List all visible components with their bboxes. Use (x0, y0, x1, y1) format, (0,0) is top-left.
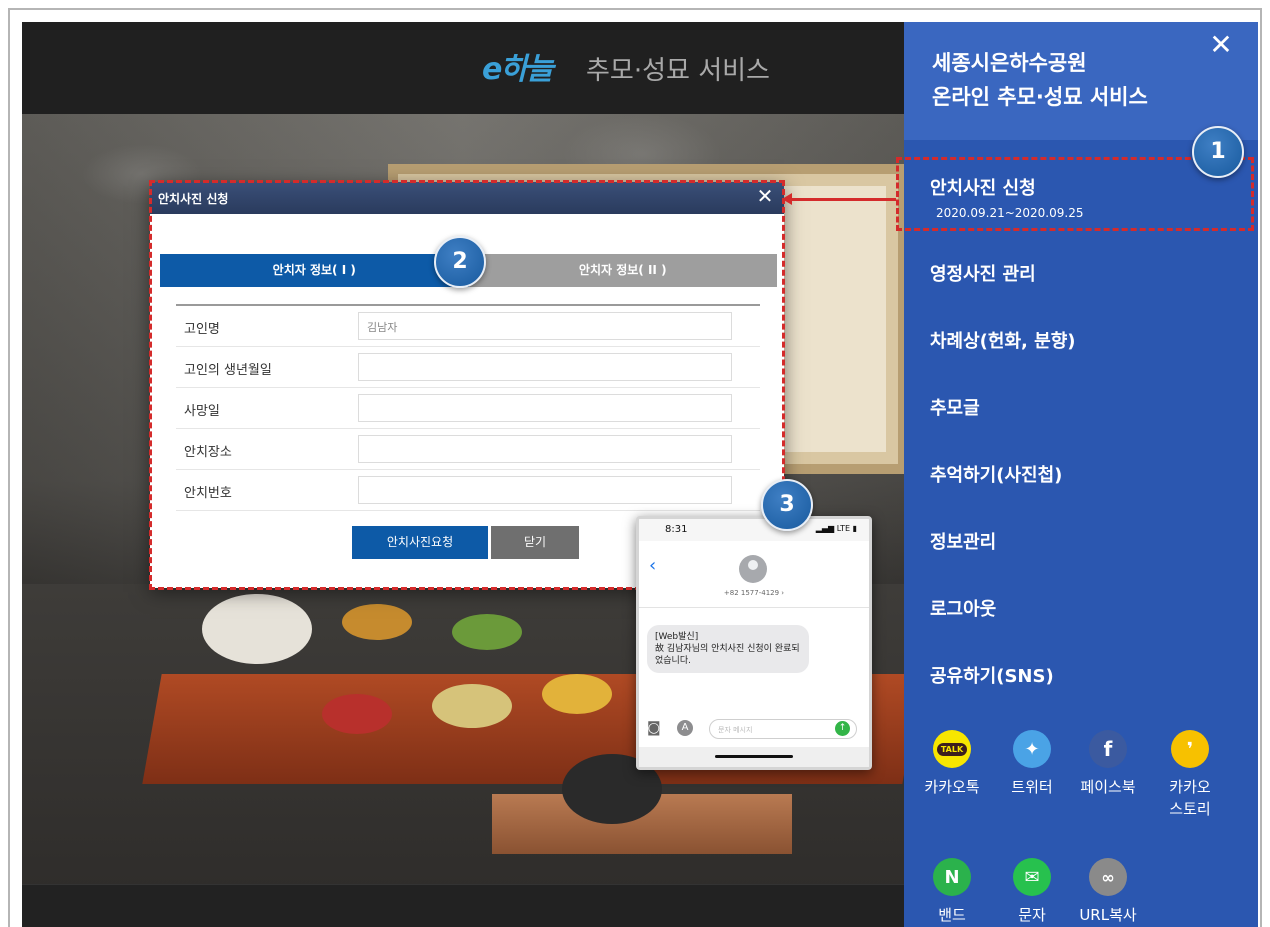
fruit-plate (542, 674, 612, 714)
sidebar-title-line: 세종시은하수공원 (932, 51, 1087, 75)
camera-icon[interactable]: ◙ (647, 721, 663, 735)
share-message[interactable]: ✉ 문자 (1002, 858, 1062, 926)
dialog-titlebar: 안치사진 신청 ✕ (150, 182, 784, 214)
food-plate (342, 604, 412, 640)
sns-label: 카카오톡 (924, 778, 980, 796)
sns-label: 카카오 스토리 (1169, 778, 1211, 818)
dialog-title: 안치사진 신청 (158, 192, 229, 206)
site-header: e하늘 추모·성묘 서비스 (22, 22, 904, 114)
kakaotalk-icon: TALK (933, 730, 971, 768)
field-label: 사망일 (184, 404, 220, 419)
phone-sms-screenshot: 8:31 ▂▄▆ LTE ▮ ‹ +82 1577-4129 › [Web발신]… (636, 516, 872, 770)
share-kakaotalk[interactable]: TALK 카카오톡 (922, 730, 982, 798)
contact-avatar (739, 555, 767, 583)
sms-line: 故 김남자님의 안치사진 신청이 완료되었습니다. (655, 644, 800, 666)
fruit-plate (432, 684, 512, 728)
sidebar-item-memorial-table[interactable]: 차례상(헌화, 분향) (930, 327, 1075, 353)
memorial-app: e하늘 추모·성묘 서비스 안치사진 신청 ✕ 안치자 정보( I ) 안치자 … (22, 22, 1258, 927)
step-badge-2: 2 (434, 236, 486, 288)
share-kakaostory[interactable]: ❜ 카카오 스토리 (1160, 730, 1220, 820)
enshrine-number-input[interactable] (358, 476, 732, 504)
facebook-icon: f (1089, 730, 1127, 768)
floor-bar (22, 884, 904, 927)
site-title: 추모·성묘 서비스 (586, 56, 770, 86)
deceased-name-input[interactable]: 김남자 (358, 312, 732, 340)
share-band[interactable]: N 밴드 (922, 858, 982, 926)
sidebar-item-info[interactable]: 정보관리 (930, 528, 996, 554)
sns-label: 트위터 (1011, 778, 1053, 796)
copy-url[interactable]: ∞ URL복사 (1078, 858, 1138, 926)
location-input[interactable] (358, 435, 732, 463)
phone-status-bar: 8:31 ▂▄▆ LTE ▮ (639, 519, 869, 541)
chevron-left-icon[interactable]: ‹ (649, 555, 656, 576)
phone-signal: ▂▄▆ LTE ▮ (815, 524, 857, 533)
sidebar-title-line: 온라인 추모·성묘 서비스 (932, 85, 1148, 109)
flower-vase (202, 594, 312, 664)
phone-time: 8:31 (665, 524, 688, 535)
close-button[interactable]: 닫기 (491, 526, 579, 559)
sidebar-header: 세종시은하수공원 온라인 추모·성묘 서비스 ✕ (904, 22, 1258, 140)
sidebar-item-portrait[interactable]: 영정사진 관리 (930, 260, 1036, 286)
fruit-plate (322, 694, 392, 734)
field-label: 안치장소 (184, 445, 232, 460)
band-icon: N (933, 858, 971, 896)
sns-label: 문자 (1018, 906, 1046, 924)
phone-divider (639, 607, 869, 608)
sns-label: 밴드 (938, 906, 966, 924)
field-label: 고인의 생년월일 (184, 363, 272, 378)
annotation-arrow (788, 198, 896, 201)
form-row-name: 고인명 김남자 (176, 306, 760, 347)
site-logo[interactable]: e하늘 (482, 44, 554, 88)
share-twitter[interactable]: ✦ 트위터 (1002, 730, 1062, 798)
sidebar-item-photo-request[interactable]: 안치사진 신청 (930, 174, 1036, 200)
request-photo-button[interactable]: 안치사진요청 (352, 526, 488, 559)
form-row-birthdate: 고인의 생년월일 (176, 347, 760, 388)
sms-line: [Web발신] (655, 632, 699, 642)
sms-message-bubble: [Web발신] 故 김남자님의 안치사진 신청이 완료되었습니다. (647, 625, 809, 673)
sidebar-item-album[interactable]: 추억하기(사진첩) (930, 461, 1062, 487)
sidebar-title: 세종시은하수공원 온라인 추모·성묘 서비스 (932, 46, 1148, 114)
sender-number: +82 1577-4129 › (723, 589, 785, 597)
home-indicator (715, 755, 793, 758)
form-row-deathdate: 사망일 (176, 388, 760, 429)
sidebar-item-logout[interactable]: 로그아웃 (930, 595, 996, 621)
kakaostory-icon: ❜ (1171, 730, 1209, 768)
close-icon[interactable]: ✕ (754, 185, 776, 207)
message-icon: ✉ (1013, 858, 1051, 896)
tab-deceased-info-2[interactable]: 안치자 정보( II ) (468, 254, 777, 287)
field-label: 안치번호 (184, 486, 232, 501)
sms-compose-bar: ◙ A 문자 메시지 ↑ (639, 715, 869, 745)
annotation-arrow-head (782, 193, 792, 205)
sidebar-item-tribute[interactable]: 추모글 (930, 394, 980, 420)
form-row-number: 안치번호 (176, 470, 760, 511)
sns-label: 페이스북 (1080, 778, 1136, 796)
tab-deceased-info-1[interactable]: 안치자 정보( I ) (160, 254, 469, 287)
deathdate-input[interactable] (358, 394, 732, 422)
send-icon[interactable]: ↑ (835, 721, 850, 736)
sidebar-item-share[interactable]: 공유하기(SNS) (930, 662, 1054, 688)
photo-request-period: 2020.09.21~2020.09.25 (936, 206, 1084, 220)
birthdate-input[interactable] (358, 353, 732, 381)
share-facebook[interactable]: f 페이스북 (1078, 730, 1138, 798)
field-label: 고인명 (184, 322, 220, 337)
link-icon: ∞ (1089, 858, 1127, 896)
step-badge-3: 3 (761, 479, 813, 531)
food-plate (452, 614, 522, 650)
close-icon[interactable]: ✕ (1206, 30, 1236, 60)
screenshot-frame: e하늘 추모·성묘 서비스 안치사진 신청 ✕ 안치자 정보( I ) 안치자 … (8, 8, 1262, 927)
step-badge-1: 1 (1192, 126, 1244, 178)
appstore-icon[interactable]: A (677, 720, 693, 736)
form-row-location: 안치장소 (176, 429, 760, 470)
twitter-icon: ✦ (1013, 730, 1051, 768)
sns-label: URL복사 (1079, 906, 1137, 924)
